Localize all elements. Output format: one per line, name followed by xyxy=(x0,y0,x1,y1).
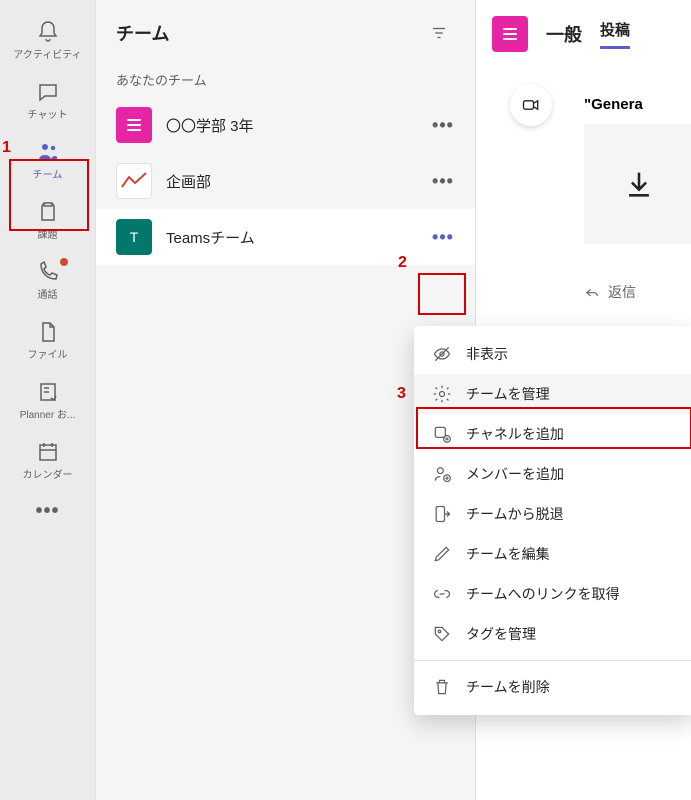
notification-badge xyxy=(60,258,68,266)
section-label: あなたのチーム xyxy=(96,66,475,97)
chat-icon xyxy=(36,80,60,104)
planner-icon xyxy=(36,380,60,404)
rail-label: Planner お... xyxy=(20,406,76,421)
rail-planner[interactable]: Planner お... xyxy=(8,372,88,428)
team-row[interactable]: T Teamsチーム ••• xyxy=(96,209,475,265)
menu-label: チームから脱退 xyxy=(466,504,564,524)
menu-manage-team[interactable]: チームを管理 xyxy=(414,374,691,414)
team-avatar: T xyxy=(116,219,152,255)
rail-label: ファイル xyxy=(28,346,68,361)
team-avatar xyxy=(116,107,152,143)
annotation-label-3: 3 xyxy=(397,385,406,403)
video-icon xyxy=(521,95,541,115)
reply-label: 返信 xyxy=(608,282,636,302)
menu-label: チームへのリンクを取得 xyxy=(466,584,620,604)
menu-add-channel[interactable]: チャネルを追加 xyxy=(414,414,691,454)
rail-label: チャット xyxy=(28,106,68,121)
filter-button[interactable] xyxy=(427,21,451,45)
teams-icon xyxy=(36,140,60,164)
menu-label: チームを管理 xyxy=(466,384,550,404)
menu-delete-team[interactable]: チームを削除 xyxy=(414,667,691,707)
menu-label: チームを編集 xyxy=(466,544,550,564)
download-icon xyxy=(622,167,656,201)
menu-label: メンバーを追加 xyxy=(466,464,564,484)
attachment-box[interactable] xyxy=(584,124,691,244)
menu-label: チームを削除 xyxy=(466,677,550,697)
rail-calendar[interactable]: カレンダー xyxy=(8,432,88,488)
list-icon xyxy=(503,28,517,40)
rail-files[interactable]: ファイル xyxy=(8,312,88,368)
gear-icon xyxy=(432,384,452,404)
team-more-button[interactable]: ••• xyxy=(427,221,459,253)
rail-label: アクティビティ xyxy=(13,46,81,61)
rail-label: 通話 xyxy=(38,286,58,301)
edit-icon xyxy=(432,544,452,564)
menu-manage-tags[interactable]: タグを管理 xyxy=(414,614,691,654)
team-more-button[interactable]: ••• xyxy=(427,165,459,197)
menu-label: 非表示 xyxy=(466,344,508,364)
bell-icon xyxy=(36,20,60,44)
calendar-icon xyxy=(36,440,60,464)
team-name: Teamsチーム xyxy=(166,227,413,248)
menu-get-link[interactable]: チームへのリンクを取得 xyxy=(414,574,691,614)
reply-icon xyxy=(584,284,600,300)
app-rail: アクティビティ チャット チーム 課題 通話 ファイル Planner お... xyxy=(0,0,96,800)
team-avatar xyxy=(116,163,152,199)
annotation-label-2: 2 xyxy=(398,254,407,272)
menu-hide[interactable]: 非表示 xyxy=(414,334,691,374)
chart-icon xyxy=(121,171,147,191)
rail-teams[interactable]: チーム xyxy=(8,132,88,188)
menu-label: チャネルを追加 xyxy=(466,424,564,444)
rail-label: 課題 xyxy=(38,226,58,241)
list-icon xyxy=(127,119,141,131)
rail-chat[interactable]: チャット xyxy=(8,72,88,128)
panel-title: チーム xyxy=(116,20,169,46)
team-more-button[interactable]: ••• xyxy=(427,109,459,141)
reply-button[interactable]: 返信 xyxy=(584,282,636,302)
menu-add-member[interactable]: メンバーを追加 xyxy=(414,454,691,494)
member-add-icon xyxy=(432,464,452,484)
menu-label: タグを管理 xyxy=(466,624,536,644)
menu-separator xyxy=(414,660,691,661)
channel-title: 一般 xyxy=(546,21,582,47)
assignments-icon xyxy=(36,200,60,224)
menu-edit-team[interactable]: チームを編集 xyxy=(414,534,691,574)
tab-posts[interactable]: 投稿 xyxy=(600,19,630,49)
channel-avatar xyxy=(492,16,528,52)
rail-assignments[interactable]: 課題 xyxy=(8,192,88,248)
message-title: "Genera xyxy=(584,96,643,113)
phone-icon xyxy=(36,260,60,284)
rail-label: カレンダー xyxy=(23,466,73,481)
team-name: 〇〇学部 3年 xyxy=(166,115,413,136)
team-row[interactable]: 企画部 ••• xyxy=(96,153,475,209)
rail-label: チーム xyxy=(33,166,63,181)
link-icon xyxy=(432,584,452,604)
annotation-label-1: 1 xyxy=(2,139,11,157)
menu-leave-team[interactable]: チームから脱退 xyxy=(414,494,691,534)
eye-off-icon xyxy=(432,344,452,364)
meet-button[interactable] xyxy=(510,84,552,126)
rail-more[interactable]: ••• xyxy=(35,500,59,523)
team-row[interactable]: 〇〇学部 3年 ••• xyxy=(96,97,475,153)
trash-icon xyxy=(432,677,452,697)
files-icon xyxy=(36,320,60,344)
team-name: 企画部 xyxy=(166,171,413,192)
tag-icon xyxy=(432,624,452,644)
rail-calls[interactable]: 通話 xyxy=(8,252,88,308)
channel-add-icon xyxy=(432,424,452,444)
rail-activity[interactable]: アクティビティ xyxy=(8,12,88,68)
leave-icon xyxy=(432,504,452,524)
team-context-menu: 非表示 チームを管理 チャネルを追加 メンバーを追加 チームから脱退 チームを編… xyxy=(414,326,691,715)
filter-icon xyxy=(430,24,448,42)
